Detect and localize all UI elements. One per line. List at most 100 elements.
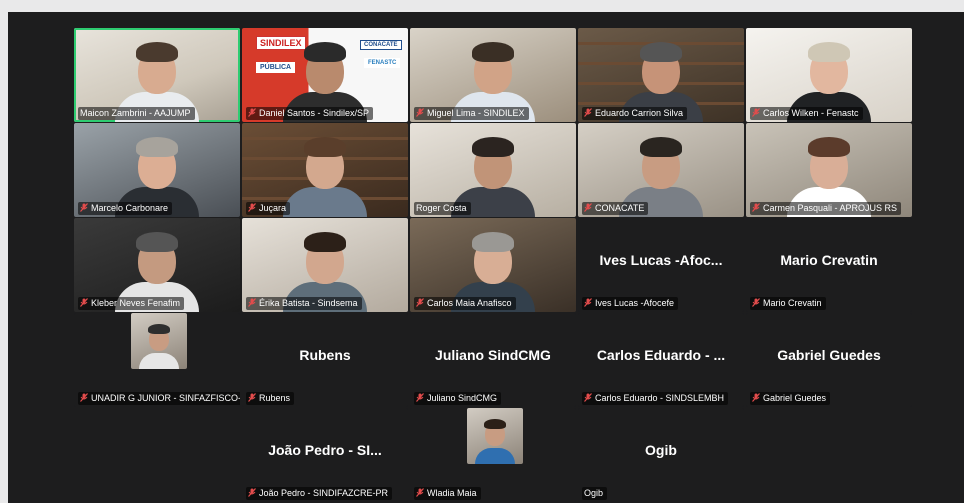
participant-name: Ives Lucas -Afocefe	[595, 298, 675, 308]
participant-tile[interactable]: Miguel Lima - SINDILEX	[410, 28, 576, 122]
participant-name-tag: Miguel Lima - SINDILEX	[414, 107, 529, 120]
participant-tile[interactable]: Ogib Ogib	[578, 408, 744, 502]
participant-name-tag: Eduardo Carrion Silva	[582, 107, 688, 120]
participant-name: Marcelo Carbonare	[91, 203, 169, 213]
participant-name: Juçara	[259, 203, 287, 213]
participant-name: Daniel Santos - Sindilex/SP	[259, 108, 370, 118]
muted-mic-icon	[248, 203, 256, 212]
participant-name: Ogib	[584, 488, 604, 498]
participant-tile[interactable]: CONACATE	[578, 123, 744, 217]
muted-mic-icon	[80, 203, 88, 212]
participant-tile[interactable]: UNADIR G JUNIOR - SINFAZFISCO-...	[74, 313, 240, 407]
participant-name: Carlos Maia Anafisco	[427, 298, 512, 308]
participant-tile[interactable]: João Pedro - SI... João Pedro - SINDIFAZC…	[242, 408, 408, 502]
participant-name-tag: Rubens	[246, 392, 295, 405]
participant-tile[interactable]: Ives Lucas -Afoc... Ives Lucas -Afocefe	[578, 218, 744, 312]
muted-mic-icon	[248, 108, 256, 117]
participant-name-tag: Gabriel Guedes	[750, 392, 831, 405]
participant-name: João Pedro - SINDIFAZCRE-PR	[259, 488, 389, 498]
participant-name: Carlos Eduardo - SINDSLEMBH	[595, 393, 725, 403]
muted-mic-icon	[80, 393, 88, 402]
muted-mic-icon	[752, 203, 760, 212]
participant-display-name: Gabriel Guedes	[777, 347, 881, 363]
participant-display-name: Juliano SindCMG	[435, 347, 551, 363]
participant-name: UNADIR G JUNIOR - SINFAZFISCO-...	[91, 393, 240, 403]
participant-tile[interactable]: SINDILEX CONACATE PÚBLICA FENASTC Daniel San…	[242, 28, 408, 122]
participant-tile[interactable]: Juliano SindCMG Juliano SindCMG	[410, 313, 576, 407]
participant-tile[interactable]: Gabriel Guedes Gabriel Guedes	[746, 313, 912, 407]
participant-tile[interactable]: Roger Costa	[410, 123, 576, 217]
participant-tile[interactable]: Eduardo Carrion Silva	[578, 28, 744, 122]
muted-mic-icon	[80, 298, 88, 307]
participant-video-figure	[475, 416, 515, 464]
participant-display-name: João Pedro - SI...	[268, 442, 382, 458]
muted-mic-icon	[752, 393, 760, 402]
participant-tile[interactable]: Érika Batista - Sindsema	[242, 218, 408, 312]
muted-mic-icon	[248, 488, 256, 497]
participant-name-tag: Carmen Pasquali - APROJUS RS	[750, 202, 902, 215]
muted-mic-icon	[248, 393, 256, 402]
muted-mic-icon	[416, 108, 424, 117]
participant-name: CONACATE	[595, 203, 645, 213]
muted-mic-icon	[416, 393, 424, 402]
participant-name-tag: Roger Costa	[414, 202, 471, 215]
participant-display-name: Ogib	[645, 442, 677, 458]
participant-name-tag: Kleber Neves Fenafim	[78, 297, 185, 310]
muted-mic-icon	[584, 108, 592, 117]
participant-tile[interactable]: Kleber Neves Fenafim	[74, 218, 240, 312]
participant-tile[interactable]: Rubens Rubens	[242, 313, 408, 407]
backdrop-logo: FENASTC	[364, 58, 401, 68]
participant-avatar	[467, 408, 523, 464]
participant-tile[interactable]: Wladia Maia	[410, 408, 576, 502]
participant-name-tag: Carlos Wilken - Fenastc	[750, 107, 863, 120]
participant-tile[interactable]: Mario Crevatin Mario Crevatin	[746, 218, 912, 312]
participant-display-name: Rubens	[299, 347, 351, 363]
participant-tile[interactable]: Carlos Eduardo - ... Carlos Eduardo - SIN…	[578, 313, 744, 407]
participant-name-tag: Maicon Zambrini - AAJUMP	[78, 107, 195, 120]
participant-tile[interactable]: Juçara	[242, 123, 408, 217]
participant-name-tag: Marcelo Carbonare	[78, 202, 173, 215]
participant-name: Wladia Maia	[427, 488, 477, 498]
participant-name: Rubens	[259, 393, 291, 403]
muted-mic-icon	[752, 108, 760, 117]
participant-name: Gabriel Guedes	[763, 393, 827, 403]
participant-tile[interactable]: Carlos Wilken - Fenastc	[746, 28, 912, 122]
participant-name-tag: Érika Batista - Sindsema	[246, 297, 362, 310]
muted-mic-icon	[584, 203, 592, 212]
participant-name-tag: Daniel Santos - Sindilex/SP	[246, 107, 374, 120]
participant-name-tag: Carlos Maia Anafisco	[414, 297, 516, 310]
participant-display-name: Carlos Eduardo - ...	[596, 347, 726, 363]
participant-display-name: Mario Crevatin	[780, 252, 878, 268]
video-grid: Maicon Zambrini - AAJUMP SINDILEX CONACATE…	[8, 12, 964, 503]
participant-name-tag: Wladia Maia	[414, 487, 481, 500]
participant-name-tag: Carlos Eduardo - SINDSLEMBH	[582, 392, 729, 405]
participant-tile[interactable]: Carmen Pasquali - APROJUS RS	[746, 123, 912, 217]
participant-video-figure	[282, 135, 368, 217]
participant-name-tag: UNADIR G JUNIOR - SINFAZFISCO-...	[78, 392, 240, 405]
participant-name: Carlos Wilken - Fenastc	[763, 108, 859, 118]
participant-name: Maicon Zambrini - AAJUMP	[80, 108, 191, 118]
muted-mic-icon	[584, 393, 592, 402]
muted-mic-icon	[752, 298, 760, 307]
participant-display-name: Ives Lucas -Afoc...	[599, 252, 723, 268]
participant-name-tag: CONACATE	[582, 202, 649, 215]
participant-tile[interactable]: Carlos Maia Anafisco	[410, 218, 576, 312]
muted-mic-icon	[248, 298, 256, 307]
participant-name-tag: Juçara	[246, 202, 291, 215]
participant-tile[interactable]: Maicon Zambrini - AAJUMP	[74, 28, 240, 122]
participant-name: Mario Crevatin	[763, 298, 822, 308]
participant-name: Kleber Neves Fenafim	[91, 298, 181, 308]
participant-name: Érika Batista - Sindsema	[259, 298, 358, 308]
participant-name-tag: Mario Crevatin	[750, 297, 826, 310]
participant-name-tag: Juliano SindCMG	[414, 392, 502, 405]
participant-name-tag: Ogib	[582, 487, 608, 500]
participant-video-figure	[139, 321, 179, 369]
participant-name: Miguel Lima - SINDILEX	[427, 108, 525, 118]
participant-name-tag: João Pedro - SINDIFAZCRE-PR	[246, 487, 393, 500]
participant-name-tag: Ives Lucas -Afocefe	[582, 297, 679, 310]
participant-tile[interactable]: Marcelo Carbonare	[74, 123, 240, 217]
participant-name: Eduardo Carrion Silva	[595, 108, 684, 118]
participant-avatar	[131, 313, 187, 369]
muted-mic-icon	[584, 298, 592, 307]
participant-name: Carmen Pasquali - APROJUS RS	[763, 203, 898, 213]
